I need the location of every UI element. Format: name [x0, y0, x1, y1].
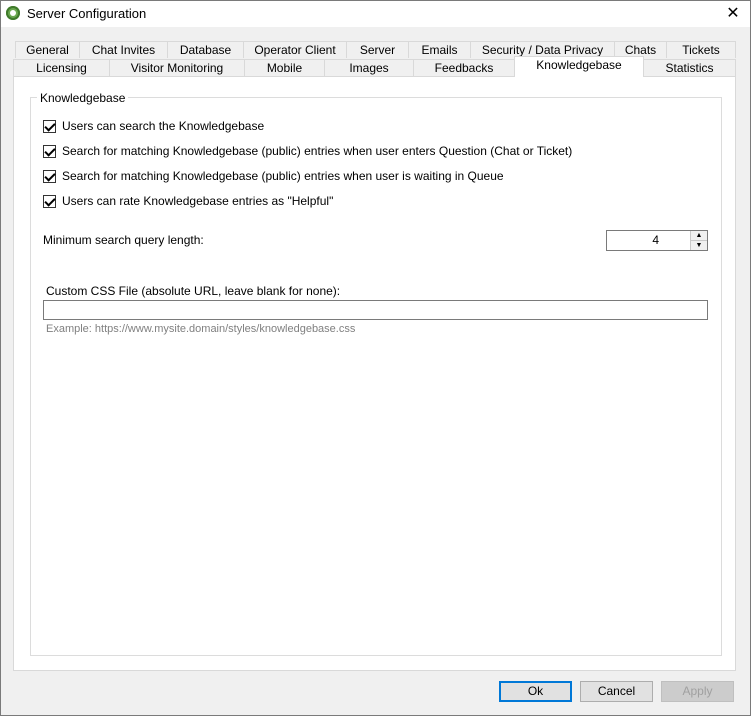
option-rate-helpful[interactable]: Users can rate Knowledgebase entries as … [43, 193, 333, 209]
tab-tickets[interactable]: Tickets [666, 41, 736, 58]
spinner-up-arrow-icon[interactable]: ▲ [691, 231, 707, 241]
tab-visitor-monitoring[interactable]: Visitor Monitoring [109, 59, 245, 76]
option-label: Users can rate Knowledgebase entries as … [62, 194, 334, 208]
tab-knowledgebase[interactable]: Knowledgebase [514, 56, 644, 77]
spinner-buttons: ▲ ▼ [690, 231, 707, 250]
tab-statistics[interactable]: Statistics [643, 59, 736, 76]
custom-css-example-hint: Example: https://www.mysite.domain/style… [46, 323, 356, 335]
option-search-on-question[interactable]: Search for matching Knowledgebase (publi… [43, 143, 572, 159]
checkbox-checked-icon[interactable] [43, 144, 56, 158]
cancel-button[interactable]: Cancel [580, 681, 653, 702]
tab-images[interactable]: Images [324, 59, 414, 76]
tab-emails[interactable]: Emails [408, 41, 471, 58]
tab-feedbacks[interactable]: Feedbacks [413, 59, 515, 76]
tab-database[interactable]: Database [167, 41, 244, 58]
option-users-can-search[interactable]: Users can search the Knowledgebase [43, 118, 264, 134]
tab-server[interactable]: Server [346, 41, 409, 58]
min-query-length-spinner[interactable]: 4 ▲ ▼ [606, 230, 708, 251]
ok-button[interactable]: Ok [499, 681, 572, 702]
window-title: Server Configuration [27, 6, 147, 21]
tab-general[interactable]: General [15, 41, 80, 58]
min-query-length-value[interactable]: 4 [607, 231, 691, 250]
option-label: Search for matching Knowledgebase (publi… [62, 169, 504, 183]
apply-button[interactable]: Apply [661, 681, 734, 702]
custom-css-input[interactable] [43, 300, 708, 320]
groupbox-title: Knowledgebase [37, 91, 129, 105]
tab-licensing[interactable]: Licensing [13, 59, 110, 76]
tab-operator-client[interactable]: Operator Client [243, 41, 347, 58]
app-gear-icon [6, 6, 20, 20]
min-query-length-label: Minimum search query length: [43, 233, 204, 247]
checkbox-checked-icon[interactable] [43, 119, 56, 133]
option-search-in-queue[interactable]: Search for matching Knowledgebase (publi… [43, 168, 504, 184]
close-button[interactable]: ✕ [716, 1, 750, 27]
spinner-down-arrow-icon[interactable]: ▼ [691, 241, 707, 250]
tab-chat-invites[interactable]: Chat Invites [79, 41, 168, 58]
option-label: Users can search the Knowledgebase [62, 119, 265, 133]
option-label: Search for matching Knowledgebase (publi… [62, 144, 573, 158]
custom-css-label: Custom CSS File (absolute URL, leave bla… [46, 284, 341, 298]
title-bar: Server Configuration ✕ [1, 1, 750, 27]
checkbox-checked-icon[interactable] [43, 194, 56, 208]
tab-mobile[interactable]: Mobile [244, 59, 325, 76]
checkbox-checked-icon[interactable] [43, 169, 56, 183]
